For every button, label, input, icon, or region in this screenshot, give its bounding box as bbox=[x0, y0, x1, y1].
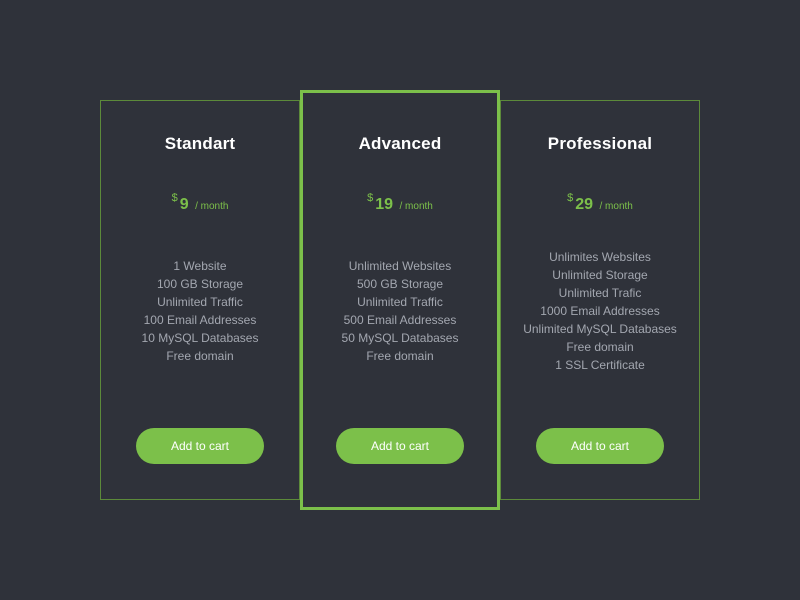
add-to-cart-button[interactable]: Add to cart bbox=[336, 428, 464, 464]
feature-list: Unlimites Websites Unlimited Storage Unl… bbox=[501, 248, 699, 374]
feature-item: Free domain bbox=[566, 340, 634, 354]
feature-item: Unlimited Storage bbox=[552, 268, 648, 282]
feature-item: Unlimited MySQL Databases bbox=[523, 322, 677, 336]
feature-item: Unlimited Trafic bbox=[558, 286, 642, 300]
feature-item: 100 Email Addresses bbox=[143, 313, 257, 327]
feature-item: 1 Website bbox=[173, 259, 227, 273]
feature-item: 1000 Email Addresses bbox=[540, 304, 660, 318]
feature-list: 1 Website 100 GB Storage Unlimited Traff… bbox=[101, 257, 299, 365]
feature-list: Unlimited Websites 500 GB Storage Unlimi… bbox=[303, 257, 497, 365]
feature-item: Unlimited Traffic bbox=[357, 295, 443, 309]
plan-price: $19 / month bbox=[303, 192, 497, 214]
price-amount: 29 bbox=[575, 196, 594, 213]
price-amount: 9 bbox=[179, 196, 189, 213]
plan-price: $29 / month bbox=[501, 192, 699, 214]
feature-item: 10 MySQL Databases bbox=[141, 331, 259, 345]
pricing-card-standart: Standart $9 / month 1 Website 100 GB Sto… bbox=[100, 100, 300, 500]
feature-item: 1 SSL Certificate bbox=[555, 358, 645, 372]
price-period: / month bbox=[599, 201, 633, 212]
feature-item: Unlimites Websites bbox=[549, 250, 651, 264]
currency-symbol: $ bbox=[171, 192, 178, 204]
feature-item: 100 GB Storage bbox=[156, 277, 244, 291]
feature-item: Free domain bbox=[366, 349, 434, 363]
feature-item: 500 GB Storage bbox=[356, 277, 444, 291]
feature-item: 50 MySQL Databases bbox=[341, 331, 459, 345]
price-period: / month bbox=[399, 201, 433, 212]
pricing-card-advanced: Advanced $19 / month Unlimited Websites … bbox=[300, 90, 500, 510]
add-to-cart-button[interactable]: Add to cart bbox=[536, 428, 664, 464]
price-period: / month bbox=[195, 201, 229, 212]
feature-item: Free domain bbox=[166, 349, 234, 363]
feature-item: 500 Email Addresses bbox=[343, 313, 457, 327]
price-amount: 19 bbox=[375, 196, 394, 213]
feature-item: Unlimited Websites bbox=[348, 259, 452, 273]
plan-title: Standart bbox=[164, 134, 236, 153]
plan-price: $9 / month bbox=[101, 192, 299, 214]
pricing-card-professional: Professional $29 / month Unlimites Websi… bbox=[500, 100, 700, 500]
currency-symbol: $ bbox=[367, 192, 374, 204]
add-to-cart-button[interactable]: Add to cart bbox=[136, 428, 264, 464]
plan-title: Advanced bbox=[358, 134, 442, 153]
feature-item: Unlimited Traffic bbox=[157, 295, 243, 309]
plan-title: Professional bbox=[547, 134, 653, 153]
currency-symbol: $ bbox=[567, 192, 574, 204]
